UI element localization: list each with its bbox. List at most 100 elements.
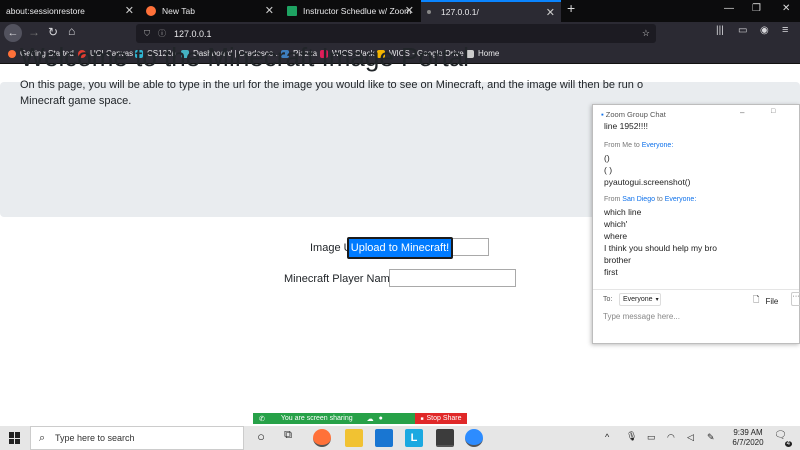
url-bar[interactable]: ⛉ ⓘ 127.0.0.1 ☆ xyxy=(136,24,656,43)
notification-badge: 4 xyxy=(784,441,792,447)
close-tab-icon[interactable]: ✕ xyxy=(405,4,414,17)
page-title: Welcome to the Minecraft Image Portal xyxy=(20,42,469,72)
chat-message-line: which' xyxy=(604,219,628,229)
chat-message-line: pyautogui.screenshot() xyxy=(604,177,691,187)
meta-from: From xyxy=(604,196,621,203)
library-icon[interactable]: ||| xyxy=(716,25,724,36)
mail-icon[interactable] xyxy=(375,429,393,447)
upload-button[interactable]: Upload to Minecraft! xyxy=(347,237,453,259)
close-tab-icon[interactable]: ✕ xyxy=(546,6,555,19)
screen-share-bar: ✆ You are screen sharing ☁ ● ■ Stop Share xyxy=(253,413,467,424)
chat-message-line: ( ) xyxy=(604,165,613,175)
close-tab-icon[interactable]: ✕ xyxy=(125,4,134,17)
pen-icon[interactable]: ✎ xyxy=(707,432,715,443)
cortana-icon[interactable]: ○ xyxy=(252,429,270,447)
task-view-icon[interactable]: ⧉ xyxy=(279,429,297,447)
divider xyxy=(593,289,799,290)
account-icon[interactable]: ◉ xyxy=(760,25,769,36)
volume-icon[interactable]: ◁ xyxy=(687,432,694,443)
app-l-icon[interactable]: L xyxy=(405,429,423,447)
battery-icon[interactable]: ▭ xyxy=(647,432,656,443)
chat-title-text: Zoom Group Chat xyxy=(605,110,666,119)
to-label: To: xyxy=(603,296,613,303)
windows-start-icon[interactable] xyxy=(9,432,21,444)
file-button[interactable]: 🗋 File xyxy=(753,294,778,308)
share-status: You are screen sharing xyxy=(280,415,353,422)
pycharm-icon[interactable] xyxy=(436,429,454,447)
meta-recipient: Everyone: xyxy=(664,196,697,203)
restore-icon[interactable]: ❐ xyxy=(752,3,761,14)
recipient-select[interactable]: Everyone ▾ xyxy=(619,293,661,306)
close-window-icon[interactable]: ✕ xyxy=(782,3,790,14)
tab-localhost[interactable]: 127.0.0.1/ ✕ xyxy=(421,0,561,22)
chat-message-line: brother xyxy=(604,255,631,265)
tab-sessionrestore[interactable]: about:sessionrestore ✕ xyxy=(0,0,140,22)
info-icon: ⓘ xyxy=(158,29,166,38)
clock-time: 9:39 AM xyxy=(733,428,763,437)
chat-message-line: line 1952!!!! xyxy=(604,121,648,131)
tab-label: New Tab xyxy=(162,6,195,16)
recipient-value: Everyone xyxy=(623,296,653,303)
dot-icon xyxy=(427,10,431,14)
firefox-icon xyxy=(8,49,16,58)
tab-new-tab[interactable]: New Tab ✕ xyxy=(140,0,280,22)
sidebar-icon[interactable]: ▭ xyxy=(738,25,747,36)
chat-message-input[interactable]: Type message here... xyxy=(603,312,680,321)
bookmark-home[interactable]: Home xyxy=(466,49,499,58)
stop-icon: ■ xyxy=(420,415,424,422)
forward-icon[interactable]: → xyxy=(28,25,40,39)
chevron-up-icon[interactable]: ^ xyxy=(605,432,609,442)
chat-message-meta: From San Diego to Everyone: xyxy=(604,196,696,203)
new-tab-icon[interactable]: + xyxy=(567,0,575,16)
home-icon[interactable]: ⌂ xyxy=(68,24,75,38)
file-icon: 🗋 xyxy=(753,295,760,304)
description-line: On this page, you will be able to type i… xyxy=(20,79,644,91)
player-name-label: Minecraft Player Name: xyxy=(284,273,399,285)
firefox-taskbar-icon[interactable] xyxy=(313,429,331,447)
tab-label: 127.0.0.1/ xyxy=(441,7,479,17)
chat-message-line: first xyxy=(604,267,618,277)
search-placeholder: Type here to search xyxy=(55,433,135,443)
minimize-icon[interactable]: — xyxy=(724,3,734,14)
chat-title: ▪ Zoom Group Chat xyxy=(601,110,666,119)
tab-instructor-schedule[interactable]: Instructor Schedlue w/ Zoom Lin ✕ xyxy=(282,0,420,22)
stop-share-button[interactable]: ■ Stop Share xyxy=(415,413,467,424)
zoom-icon: ▪ xyxy=(601,110,604,119)
more-options-icon[interactable]: ··· xyxy=(791,292,800,306)
zoom-taskbar-icon[interactable] xyxy=(465,429,483,447)
file-label: File xyxy=(765,296,779,306)
stop-share-label: Stop Share xyxy=(426,415,462,422)
taskbar-search[interactable]: ⌕ Type here to search xyxy=(30,426,244,450)
meta-sender: San Diego xyxy=(622,196,655,203)
meta-from: From Me to xyxy=(604,142,640,149)
meta-to: to xyxy=(656,196,663,203)
shield-icon: ⛉ xyxy=(144,28,150,38)
notification-center-icon[interactable]: 🗨 4 xyxy=(774,430,792,447)
tab-bar: about:sessionrestore ✕ New Tab ✕ Instruc… xyxy=(0,0,800,22)
sheets-icon xyxy=(287,6,297,16)
chevron-down-icon: ▾ xyxy=(655,297,659,303)
microphone-icon[interactable]: 🎙 xyxy=(626,431,637,442)
close-tab-icon[interactable]: ✕ xyxy=(265,4,274,17)
chat-message-line: where xyxy=(604,231,628,241)
system-clock[interactable]: 9:39 AM 6/7/2020 xyxy=(728,428,768,448)
reload-icon[interactable]: ↻ xyxy=(48,25,58,39)
search-icon: ⌕ xyxy=(39,432,46,444)
file-explorer-icon[interactable] xyxy=(345,429,363,447)
tab-label: Instructor Schedlue w/ Zoom Lin xyxy=(303,6,413,16)
bookmark-star-icon[interactable]: ☆ xyxy=(642,28,650,39)
maximize-icon[interactable]: □ xyxy=(771,108,775,115)
player-name-input[interactable] xyxy=(389,269,516,287)
menu-icon[interactable]: ≡ xyxy=(782,24,788,36)
minimize-icon[interactable]: – xyxy=(740,108,744,117)
chat-message-line: () xyxy=(604,153,610,163)
chat-message-line: which line xyxy=(604,207,642,217)
firefox-icon xyxy=(146,6,156,16)
wifi-icon[interactable]: ◠ xyxy=(667,432,675,443)
bookmark-label: Home xyxy=(478,49,500,58)
meta-recipient: Everyone: xyxy=(641,142,674,149)
phone-icon: ✆ xyxy=(259,415,265,423)
url-text: 127.0.0.1 xyxy=(174,28,212,39)
chat-message-meta: From Me to Everyone: xyxy=(604,142,673,149)
back-icon[interactable]: ← xyxy=(4,24,22,42)
